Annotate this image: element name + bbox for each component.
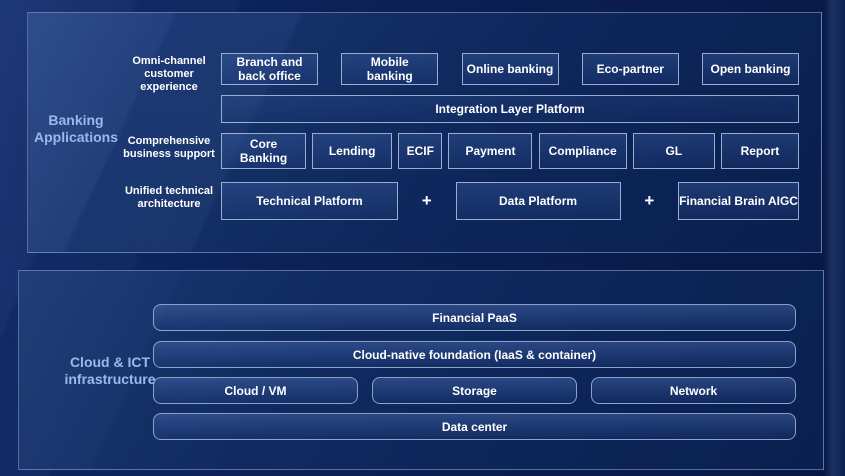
cloud-ict-infrastructure-panel: Cloud & ICT infrastructure Financial Paa…: [18, 270, 824, 470]
business-boxes-row: Core Banking Lending ECIF Payment Compli…: [221, 133, 799, 169]
box-eco-partner: Eco-partner: [582, 53, 679, 85]
box-online-banking: Online banking: [462, 53, 559, 85]
box-ecif: ECIF: [398, 133, 442, 169]
box-core-banking: Core Banking: [221, 133, 306, 169]
integration-layer-row: Integration Layer Platform: [221, 95, 799, 123]
architecture-boxes-row: Technical Platform + Data Platform + Fin…: [221, 182, 799, 220]
plus-separator-icon: +: [644, 191, 654, 211]
box-cloud-vm: Cloud / VM: [153, 377, 358, 404]
box-gl: GL: [633, 133, 715, 169]
banking-applications-panel: Banking Applications Omni-channel custom…: [27, 12, 822, 253]
label-omni-channel-customer-experience: Omni-channel customer experience: [117, 55, 221, 94]
box-financial-paas: Financial PaaS: [153, 304, 796, 331]
box-compliance: Compliance: [539, 133, 627, 169]
box-data-center: Data center: [153, 413, 796, 440]
plus-separator-icon: +: [422, 191, 432, 211]
box-technical-platform: Technical Platform: [221, 182, 398, 220]
box-network: Network: [591, 377, 796, 404]
box-report: Report: [721, 133, 799, 169]
label-comprehensive-business-support: Comprehensive business support: [117, 135, 221, 161]
box-cloud-native-foundation: Cloud-native foundation (IaaS & containe…: [153, 341, 796, 368]
banking-applications-title: Banking Applications: [28, 112, 124, 146]
box-open-banking: Open banking: [702, 53, 799, 85]
box-financial-brain-aigc: Financial Brain AIGC: [678, 182, 799, 220]
box-data-platform: Data Platform: [456, 182, 621, 220]
data-center-row: Data center: [153, 413, 796, 440]
financial-paas-row: Financial PaaS: [153, 304, 796, 331]
infrastructure-boxes-row: Cloud / VM Storage Network: [153, 377, 796, 404]
box-lending: Lending: [312, 133, 392, 169]
channel-boxes-row: Branch and back office Mobile banking On…: [221, 53, 799, 85]
label-unified-technical-architecture: Unified technical architecture: [117, 185, 221, 211]
box-integration-layer-platform: Integration Layer Platform: [221, 95, 799, 123]
cloud-native-foundation-row: Cloud-native foundation (IaaS & containe…: [153, 341, 796, 368]
box-mobile-banking: Mobile banking: [341, 53, 438, 85]
box-payment: Payment: [448, 133, 532, 169]
box-branch-and-back-office: Branch and back office: [221, 53, 318, 85]
box-storage: Storage: [372, 377, 577, 404]
